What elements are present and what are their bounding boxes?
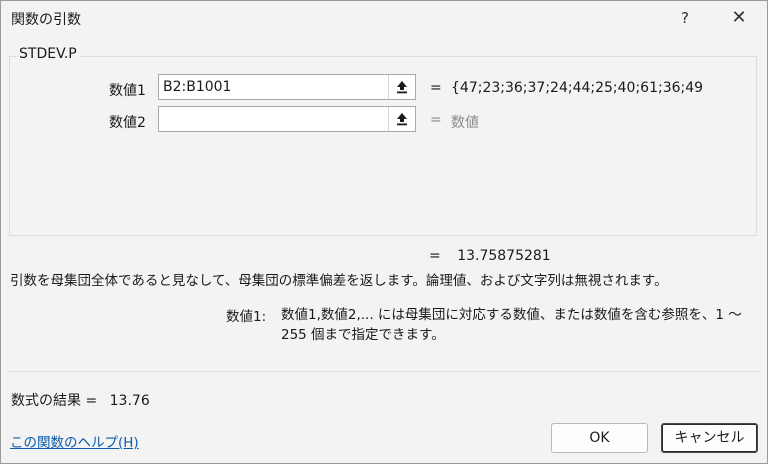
final-result-value: 13.76: [109, 393, 150, 409]
formula-result: = 13.75875281: [429, 248, 551, 264]
final-result: 数式の結果 = 13.76: [11, 390, 150, 410]
arg1-value: B2:B1001: [163, 79, 232, 95]
divider: [9, 371, 759, 372]
question-icon[interactable]: ?: [671, 4, 699, 32]
arg1-equals: =: [430, 80, 442, 96]
dialog-title: 関数の引数: [11, 12, 81, 28]
arg2-result: 数値: [451, 115, 479, 131]
arg2-equals: =: [430, 112, 442, 128]
arg-help-text: 数値1,数値2,... には母集団に対応する数値、または数値を含む参照を、1 ～…: [281, 307, 742, 343]
function-name: STDEV.P: [17, 46, 79, 62]
close-icon[interactable]: ✕: [719, 4, 759, 32]
cancel-button[interactable]: キャンセル: [661, 423, 758, 453]
function-description: 引数を母集団全体であると見なして、母集団の標準偏差を返します。論理値、および文字…: [10, 273, 668, 289]
final-result-label: 数式の結果 =: [11, 393, 98, 409]
arg2-input[interactable]: [158, 106, 416, 132]
collapse-dialog-icon[interactable]: [388, 107, 415, 131]
function-help-link[interactable]: この関数のヘルプ(H): [10, 431, 139, 451]
function-arguments-dialog: 関数の引数 ? ✕ STDEV.P 数値1 B2:B1001 = {47;23;…: [0, 0, 768, 464]
arg-help-name: 数値1:: [226, 309, 267, 325]
arg2-label: 数値2: [109, 115, 146, 131]
ok-button[interactable]: OK: [551, 423, 648, 453]
formula-result-value: 13.75875281: [457, 248, 551, 264]
title-bar[interactable]: 関数の引数 ? ✕: [1, 1, 767, 35]
arg1-result: {47;23;36;37;24;44;25;40;61;36;49: [451, 80, 704, 96]
collapse-dialog-icon[interactable]: [388, 75, 415, 99]
arg1-input[interactable]: B2:B1001: [158, 74, 416, 100]
formula-result-equals: =: [429, 248, 441, 264]
arg1-label: 数値1: [109, 83, 146, 99]
